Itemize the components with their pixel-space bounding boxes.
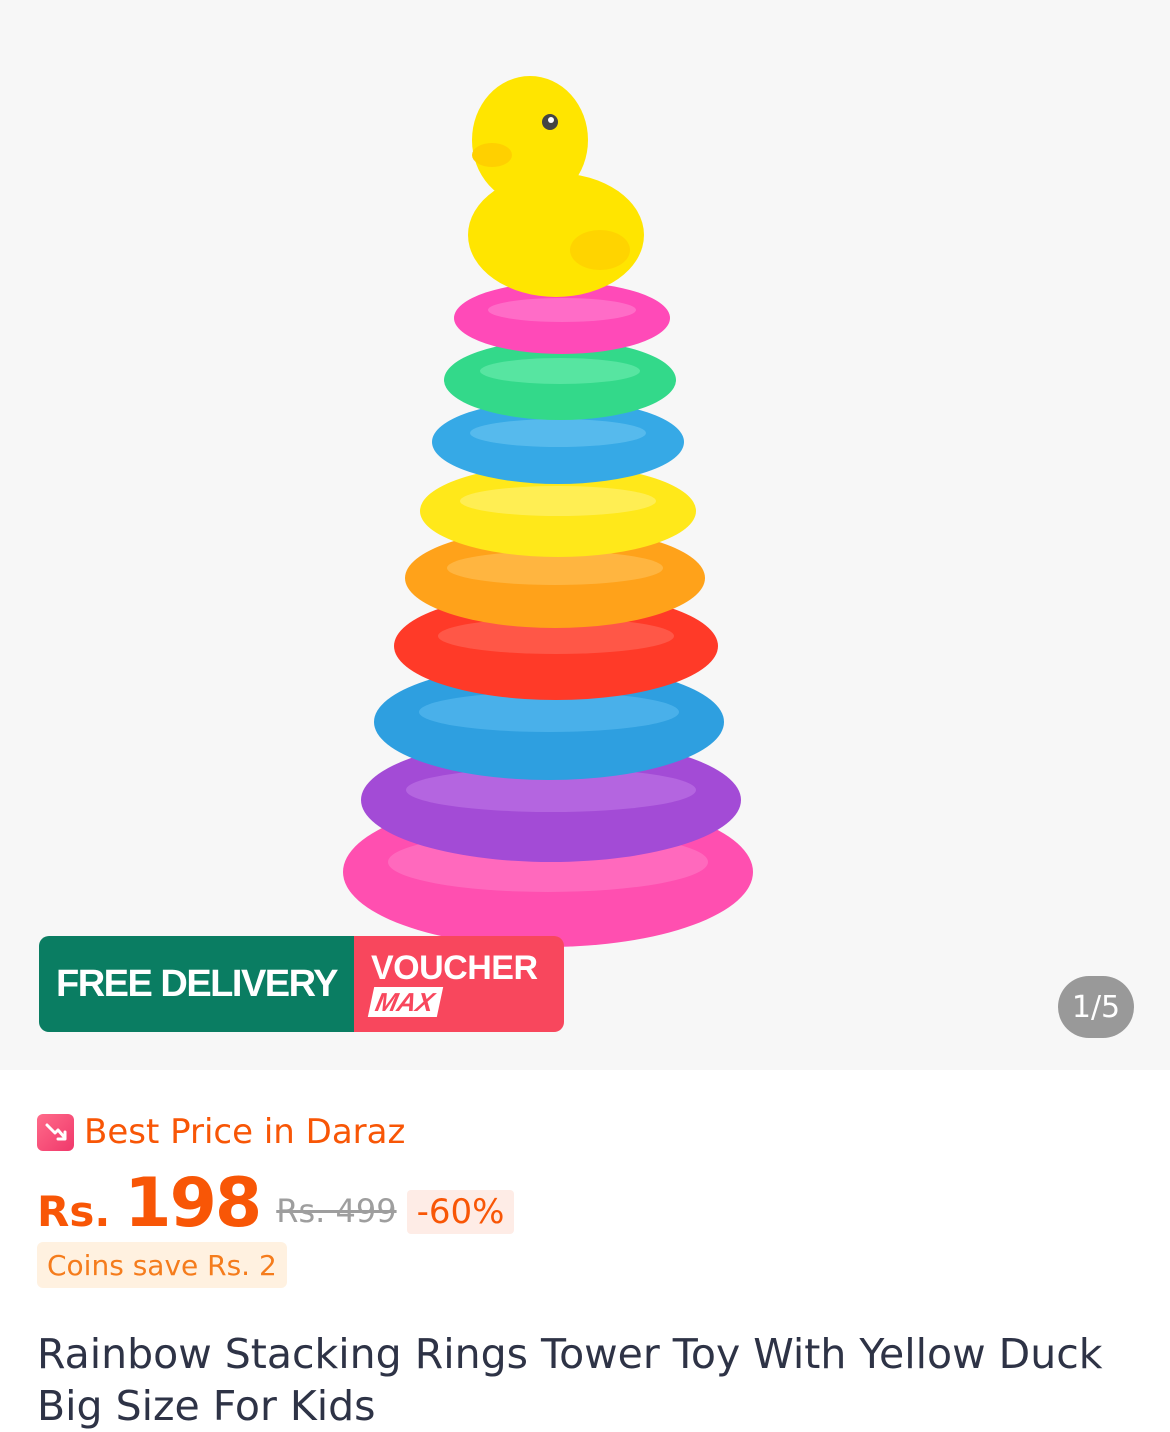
current-price: 198 xyxy=(124,1164,262,1243)
product-image[interactable] xyxy=(0,0,1170,1070)
discount-badge: -60% xyxy=(406,1190,515,1234)
currency-symbol: Rs. xyxy=(37,1187,111,1236)
image-counter: 1/5 xyxy=(1058,976,1134,1038)
price-row: Rs. 198 Rs. 499 -60% xyxy=(37,1164,515,1243)
trend-down-icon xyxy=(37,1113,74,1151)
promo-banner[interactable]: FREE DELIVERY VOUCHER MAX xyxy=(39,936,564,1032)
best-price-tag: Best Price in Daraz xyxy=(37,1111,405,1153)
voucher-max-badge: VOUCHER MAX xyxy=(354,936,564,1032)
voucher-label: VOUCHER xyxy=(371,949,538,987)
product-title: Rainbow Stacking Rings Tower Toy With Ye… xyxy=(37,1330,1103,1430)
free-delivery-label: FREE DELIVERY xyxy=(39,936,354,1032)
best-price-label: Best Price in Daraz xyxy=(84,1112,406,1152)
product-image-gallery[interactable]: FREE DELIVERY VOUCHER MAX 1/5 xyxy=(0,0,1170,1070)
original-price: Rs. 499 xyxy=(276,1192,397,1230)
voucher-max-label: MAX xyxy=(367,987,443,1017)
coins-savings-badge[interactable]: Coins save Rs. 2 xyxy=(37,1242,287,1288)
